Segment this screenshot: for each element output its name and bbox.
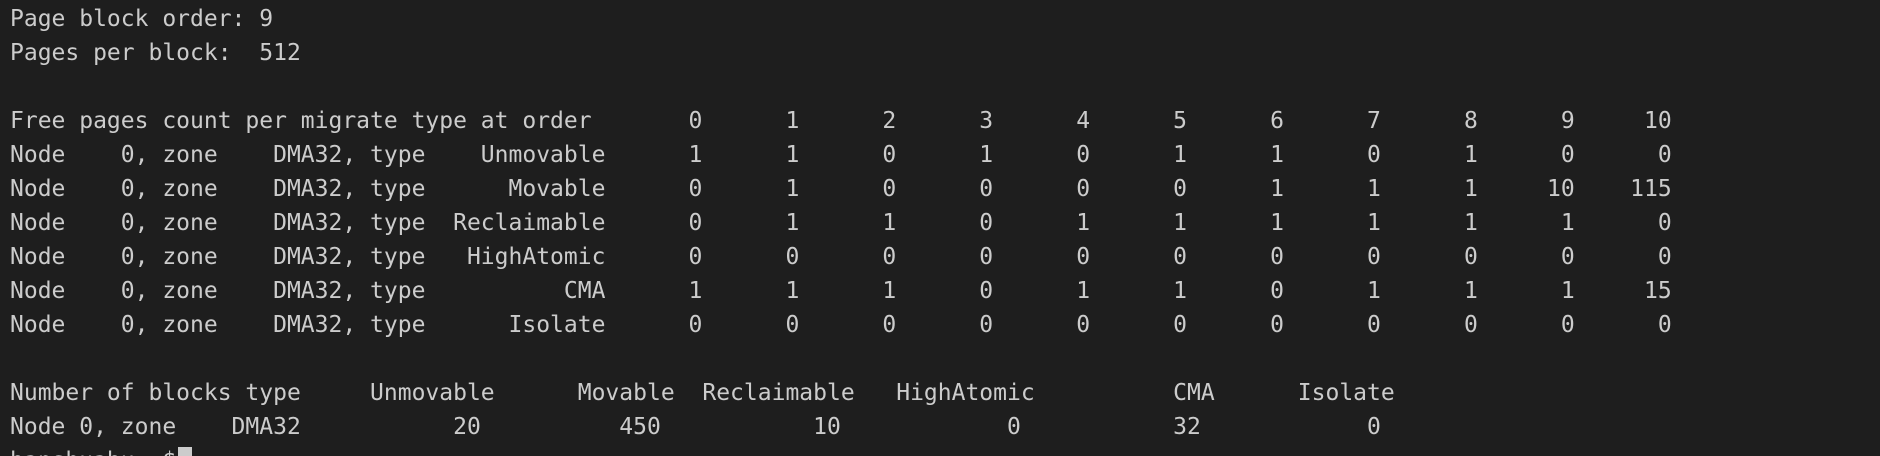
pages-per-block-line: Pages per block: 512 — [10, 40, 301, 66]
free-pages-row-movable: Node 0, zone DMA32, type Movable 0 1 0 0… — [10, 176, 1672, 202]
free-pages-row-reclaimable: Node 0, zone DMA32, type Reclaimable 0 1… — [10, 210, 1672, 236]
page-block-order-line: Page block order: 9 — [10, 6, 274, 32]
blocks-header: Number of blocks type Unmovable Movable … — [10, 380, 1395, 406]
free-pages-row-highatomic: Node 0, zone DMA32, type HighAtomic 0 0 … — [10, 244, 1672, 270]
blocks-row-node0: Node 0, zone DMA32 20 450 10 0 32 0 — [10, 414, 1381, 440]
shell-prompt: banshuabu:~$ — [10, 448, 176, 456]
free-pages-header: Free pages count per migrate type at ord… — [10, 108, 1672, 134]
free-pages-row-cma: Node 0, zone DMA32, type CMA 1 1 1 0 1 1… — [10, 278, 1672, 304]
free-pages-row-unmovable: Node 0, zone DMA32, type Unmovable 1 1 0… — [10, 142, 1672, 168]
text-cursor — [178, 447, 193, 456]
free-pages-row-isolate: Node 0, zone DMA32, type Isolate 0 0 0 0… — [10, 312, 1672, 338]
terminal-window[interactable]: Page block order: 9 Pages per block: 512… — [0, 0, 1880, 456]
prompt-line[interactable]: banshuabu:~$ — [10, 444, 1870, 456]
